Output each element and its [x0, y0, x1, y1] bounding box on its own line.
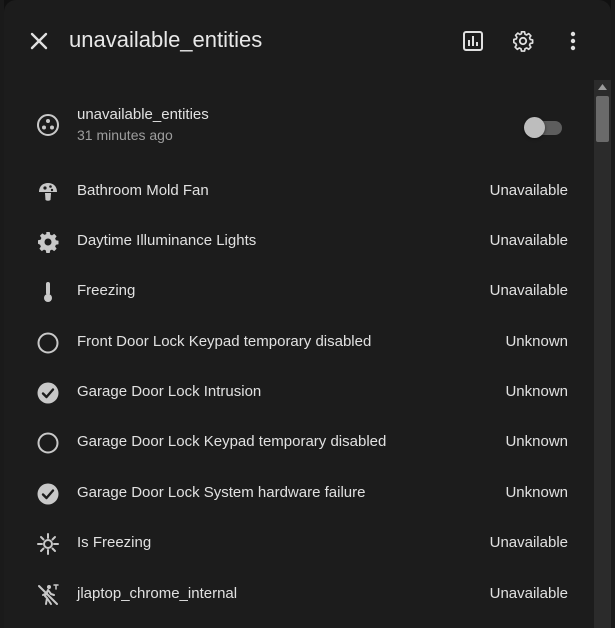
group-toggle-switch[interactable]: [524, 115, 564, 138]
entity-name: Daytime Illuminance Lights: [77, 232, 257, 249]
check-circle-icon: [36, 381, 60, 405]
entity-row[interactable]: Garage Door Lock Intrusion Unknown: [4, 368, 594, 418]
settings-button[interactable]: [508, 26, 538, 56]
entity-row[interactable]: Daytime Illuminance Lights Unavailable: [4, 217, 594, 267]
dialog-header: unavailable_entities: [4, 0, 611, 80]
thermometer-icon: [36, 280, 60, 304]
entity-state: Unknown: [505, 433, 568, 450]
entity-name: Front Door Lock Keypad temporary disable…: [77, 333, 372, 350]
walk-off-icon: [36, 583, 60, 607]
entity-state: Unavailable: [489, 534, 568, 551]
scroll-thumb[interactable]: [596, 96, 609, 142]
entity-row[interactable]: Bathroom Mold Fan Unavailable: [4, 167, 594, 217]
entity-name: Is Freezing: [77, 534, 152, 551]
entity-state: Unavailable: [489, 232, 568, 249]
entity-name: Garage Door Lock Intrusion: [77, 383, 262, 400]
entity-row[interactable]: jlaptop_chrome_internal Unavailable: [4, 570, 594, 620]
more-options-button[interactable]: [558, 26, 588, 56]
scroll-up-arrow[interactable]: [594, 80, 611, 94]
entity-state: Unknown: [505, 333, 568, 350]
group-icon: [36, 113, 60, 137]
snowflake-sun-icon: [36, 532, 60, 556]
toggle-knob: [524, 117, 545, 138]
circle-outline-icon: [36, 331, 60, 355]
check-circle-icon: [36, 482, 60, 506]
entity-name: Freezing: [77, 282, 136, 299]
entity-state: Unavailable: [489, 585, 568, 602]
entity-name: Garage Door Lock System hardware failure: [77, 484, 366, 501]
entity-name: Bathroom Mold Fan: [77, 182, 209, 199]
entity-row[interactable]: Is Freezing Unavailable: [4, 519, 594, 569]
entity-row[interactable]: Garage Door Lock Keypad temporary disabl…: [4, 418, 594, 468]
circle-outline-icon: [36, 431, 60, 455]
history-button[interactable]: [458, 26, 488, 56]
dialog-content: unavailable_entities 31 minutes ago Bath…: [4, 80, 594, 628]
more-info-dialog: unavailable_entities unavailable_entitie…: [4, 0, 611, 628]
gear-icon: [36, 230, 60, 254]
entity-row[interactable]: Garage Door Lock System hardware failure…: [4, 469, 594, 519]
dots-vertical-icon: [570, 31, 576, 51]
close-button[interactable]: [24, 26, 54, 56]
entity-state: Unknown: [505, 484, 568, 501]
entity-name: Garage Door Lock Keypad temporary disabl…: [77, 433, 387, 450]
entity-state: Unknown: [505, 383, 568, 400]
entity-row[interactable]: Front Door Lock Keypad temporary disable…: [4, 318, 594, 368]
entity-state: Unavailable: [489, 182, 568, 199]
chart-box-icon: [462, 30, 484, 52]
entity-row[interactable]: Freezing Unavailable: [4, 267, 594, 317]
gear-icon: [512, 30, 534, 52]
group-toggle-row: unavailable_entities 31 minutes ago: [4, 100, 594, 150]
mushroom-icon: [36, 180, 60, 204]
dialog-title: unavailable_entities: [69, 27, 263, 52]
backdrop-right: [611, 0, 615, 628]
entity-name: jlaptop_chrome_internal: [77, 585, 238, 602]
group-name: unavailable_entities: [77, 106, 209, 123]
entity-state: Unavailable: [489, 282, 568, 299]
close-icon: [29, 31, 49, 51]
last-changed: 31 minutes ago: [77, 127, 173, 143]
scrollbar[interactable]: [594, 80, 611, 628]
